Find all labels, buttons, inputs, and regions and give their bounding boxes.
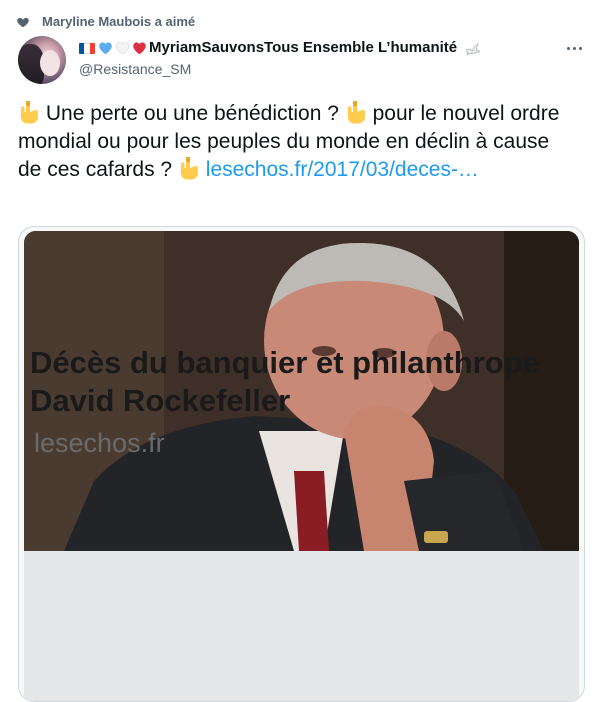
link-card[interactable]: [18, 226, 585, 702]
social-context: Maryline Maubois a aimé: [16, 14, 195, 29]
author-block: MyriamSauvonsTous Ensemble L’humanité @R…: [79, 38, 481, 79]
social-context-label[interactable]: Maryline Maubois a aimé: [42, 14, 195, 29]
white-heart-icon: [115, 42, 130, 55]
pointing-down-icon: [180, 157, 198, 180]
heart-icon: [17, 17, 29, 27]
tweet-text-part1: Une perte ou une bénédiction ?: [45, 102, 339, 125]
card-domain[interactable]: lesechos.fr: [34, 427, 165, 459]
more-options-button[interactable]: [562, 38, 586, 58]
pointing-down-icon: [347, 101, 365, 124]
card-footer[interactable]: [24, 551, 579, 701]
tweet-link[interactable]: lesechos.fr/2017/03/deces-…: [206, 158, 479, 181]
tweet-text: Une perte ou une bénédiction ? pour le n…: [18, 100, 578, 184]
author-handle[interactable]: @Resistance_SM: [79, 59, 481, 79]
france-flag-icon: [79, 42, 95, 54]
card-title[interactable]: Décès du banquier et philanthrope David …: [30, 344, 540, 420]
author-name-row[interactable]: MyriamSauvonsTous Ensemble L’humanité: [79, 38, 481, 58]
avatar[interactable]: [18, 36, 66, 84]
red-heart-icon: [133, 42, 146, 55]
author-name[interactable]: MyriamSauvonsTous Ensemble L’humanité: [149, 38, 457, 58]
pointing-down-icon: [21, 101, 38, 124]
dove-icon: [466, 43, 481, 55]
blue-heart-icon: [99, 42, 112, 55]
